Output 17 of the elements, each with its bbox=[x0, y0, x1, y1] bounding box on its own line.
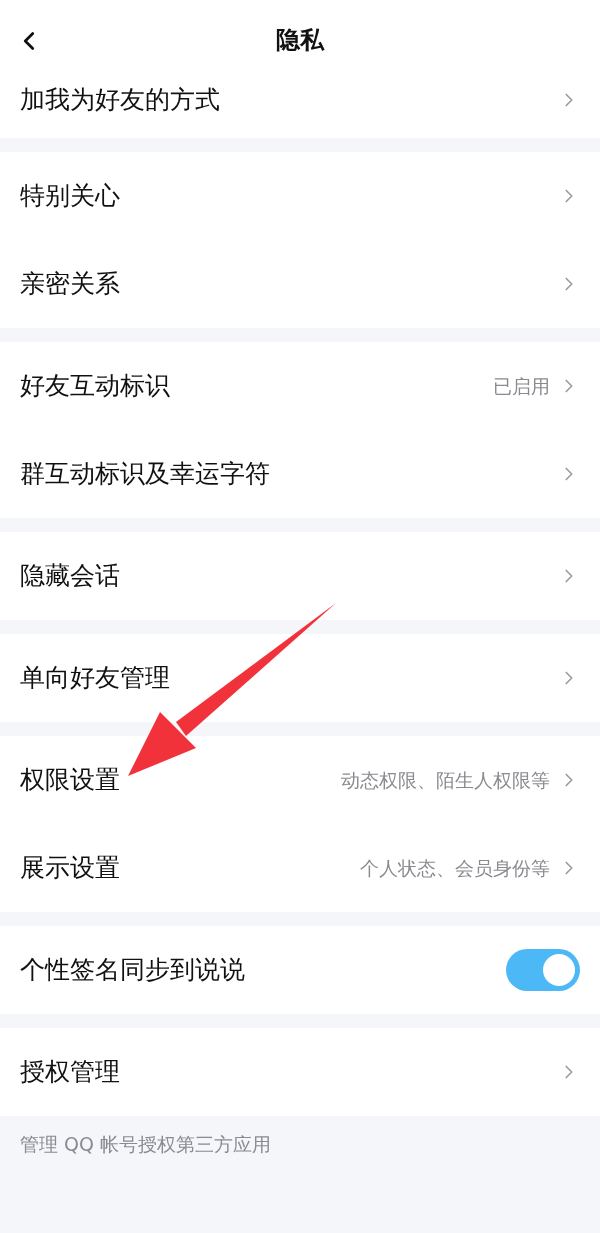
page-title: 隐私 bbox=[276, 25, 324, 56]
row-label: 群互动标识及幸运字符 bbox=[20, 458, 271, 491]
row-value: 已启用 bbox=[493, 373, 550, 399]
row-value: 动态权限、陌生人权限等 bbox=[341, 767, 550, 793]
row-label: 隐藏会话 bbox=[20, 560, 121, 593]
row-label: 展示设置 bbox=[20, 852, 121, 885]
row-value: 个人状态、会员身份等 bbox=[360, 855, 550, 881]
row-label: 亲密关系 bbox=[20, 268, 121, 301]
footer-note: 管理 QQ 帐号授权第三方应用 bbox=[20, 1133, 271, 1155]
row-label: 单向好友管理 bbox=[20, 662, 171, 695]
row-label: 权限设置 bbox=[20, 764, 121, 797]
row-label: 个性签名同步到说说 bbox=[20, 954, 246, 987]
row-label: 特别关心 bbox=[20, 180, 121, 213]
toggle-switch[interactable] bbox=[506, 949, 580, 991]
row-label: 好友互动标识 bbox=[20, 370, 171, 403]
row-label: 加我为好友的方式 bbox=[20, 84, 221, 117]
row-label: 授权管理 bbox=[20, 1056, 121, 1089]
